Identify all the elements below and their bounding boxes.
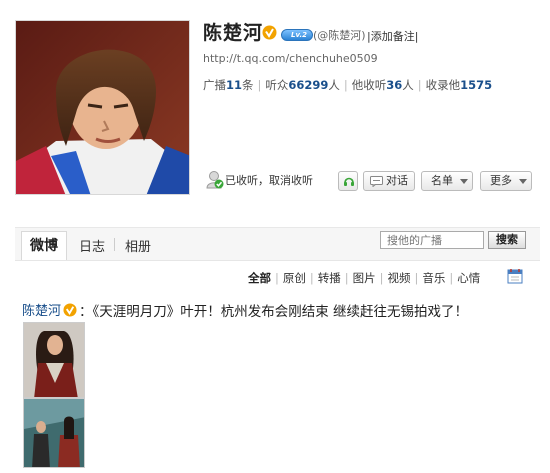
verified-v-icon [63,302,77,321]
filter-bar: 全部 | 原创 | 转播 | 图片 | 视频 | 音乐 | 心情 [248,270,481,286]
add-remark-link[interactable]: |添加备注| [367,28,418,44]
filter-repost[interactable]: 转播 [318,270,341,286]
stat-collected[interactable]: 收录他1575 [426,78,493,92]
search-button[interactable]: 搜索 [488,231,526,249]
stat-following[interactable]: 他收听36人 [352,78,414,92]
post-text: ：《天涯明月刀》叶开！杭州发布会刚结束 继续赶往无锡拍戏了！ [79,304,469,320]
person-followed-icon [206,170,224,194]
listen-button[interactable] [338,171,358,191]
chat-button[interactable]: 对话 [363,171,415,191]
tab-album[interactable]: 相册 [125,236,151,255]
stat-listeners[interactable]: 听众66299人 [265,78,340,92]
tab-blog[interactable]: 日志 [79,236,105,255]
calendar-icon[interactable] [507,268,523,288]
filter-mood[interactable]: 心情 [457,270,480,286]
headset-icon [344,177,354,186]
filter-original[interactable]: 原创 [283,270,306,286]
chat-bubble-icon [370,176,383,187]
stat-broadcasts[interactable]: 广播11条 [203,78,254,92]
filter-video[interactable]: 视频 [388,270,411,286]
profile-handle: (@陈楚河) [313,29,366,42]
profile-url[interactable]: http://t.qq.com/chenchuhe0509 [203,52,378,65]
chevron-down-icon [519,179,527,184]
level-badge-icon: Lv.2 [281,29,313,41]
tab-weibo[interactable]: 微博 [21,231,67,261]
post-author[interactable]: 陈楚河 [22,300,61,319]
filter-image[interactable]: 图片 [353,270,376,286]
search-input[interactable] [380,231,484,249]
chevron-down-icon [460,179,468,184]
profile-name: 陈楚河 [203,22,264,44]
verified-v-icon [262,25,277,44]
profile-avatar[interactable] [15,20,190,195]
follow-status[interactable]: 已收听，取消收听 [225,172,313,188]
post-image-thumbnail[interactable] [23,322,85,398]
tab-divider [114,238,115,251]
filter-music[interactable]: 音乐 [422,270,445,286]
divider [15,260,540,261]
filter-all[interactable]: 全部 [248,270,271,286]
more-button[interactable]: 更多 [480,171,532,191]
name-list-button[interactable]: 名单 [421,171,473,191]
post-image-thumbnail[interactable] [23,398,85,468]
profile-stats: 广播11条 | 听众66299人 | 他收听36人 | 收录他1575 [203,78,493,92]
